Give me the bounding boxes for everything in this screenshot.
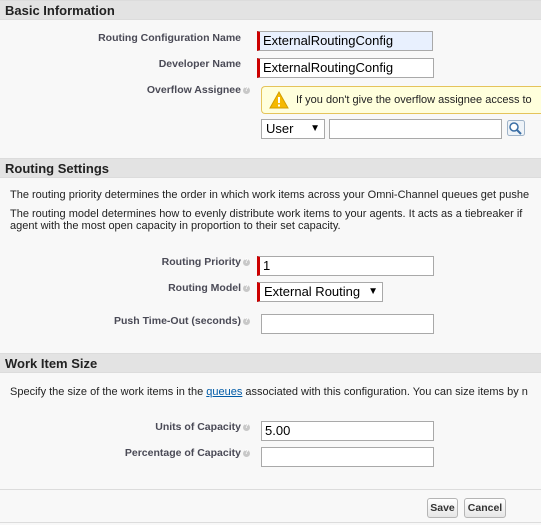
warning-icon (269, 91, 289, 109)
routing-config-name-input[interactable]: ExternalRoutingConfig (257, 31, 433, 51)
cancel-button[interactable]: Cancel (464, 498, 506, 518)
help-icon[interactable]: ? (243, 284, 250, 292)
routing-priority-description: The routing priority determines the orde… (10, 189, 530, 201)
percentage-of-capacity-label: Percentage of Capacity? (124, 447, 250, 459)
footer-bottom-divider (0, 522, 541, 523)
lookup-icon[interactable] (507, 120, 525, 136)
section-header-basic-information: Basic Information (0, 0, 541, 20)
chevron-down-icon: ▼ (310, 123, 320, 134)
assignee-type-value: User (266, 121, 294, 136)
overflow-warning-message: If you don't give the overflow assignee … (261, 86, 541, 114)
push-timeout-input[interactable] (261, 314, 434, 334)
developer-name-input[interactable]: ExternalRoutingConfig (257, 58, 434, 78)
routing-priority-input[interactable]: 1 (257, 256, 434, 276)
routing-config-name-label: Routing Configuration Name (98, 32, 241, 44)
overflow-assignee-label: Overflow Assignee? (146, 84, 250, 96)
chevron-down-icon: ▼ (368, 286, 378, 297)
save-button[interactable]: Save (427, 498, 458, 518)
assignee-lookup-input[interactable] (329, 119, 502, 139)
section-header-work-item-size: Work Item Size (0, 353, 541, 373)
warning-text: If you don't give the overflow assignee … (296, 94, 532, 106)
assignee-type-select[interactable]: User ▼ (261, 119, 325, 139)
percentage-of-capacity-input[interactable] (261, 447, 434, 467)
routing-model-label: Routing Model? (168, 282, 250, 294)
help-icon[interactable]: ? (243, 258, 250, 266)
developer-name-label: Developer Name (158, 58, 241, 70)
help-icon[interactable]: ? (243, 423, 250, 431)
units-of-capacity-input[interactable]: 5.00 (261, 421, 434, 441)
help-icon[interactable]: ? (243, 317, 250, 325)
queues-link[interactable]: queues (206, 386, 242, 398)
routing-model-description-cont: agent with the most open capacity in pro… (10, 220, 341, 232)
work-item-size-description: Specify the size of the work items in th… (10, 386, 528, 398)
units-of-capacity-label: Units of Capacity? (155, 421, 250, 433)
routing-model-select[interactable]: External Routing ▼ (257, 282, 383, 302)
routing-priority-label: Routing Priority? (161, 256, 250, 268)
help-icon[interactable]: ? (243, 86, 250, 94)
routing-model-description: The routing model determines how to even… (10, 208, 523, 220)
routing-model-value: External Routing (264, 284, 361, 299)
footer-divider (0, 489, 541, 490)
section-header-routing-settings: Routing Settings (0, 158, 541, 178)
help-icon[interactable]: ? (243, 449, 250, 457)
push-timeout-label: Push Time-Out (seconds)? (114, 315, 250, 327)
